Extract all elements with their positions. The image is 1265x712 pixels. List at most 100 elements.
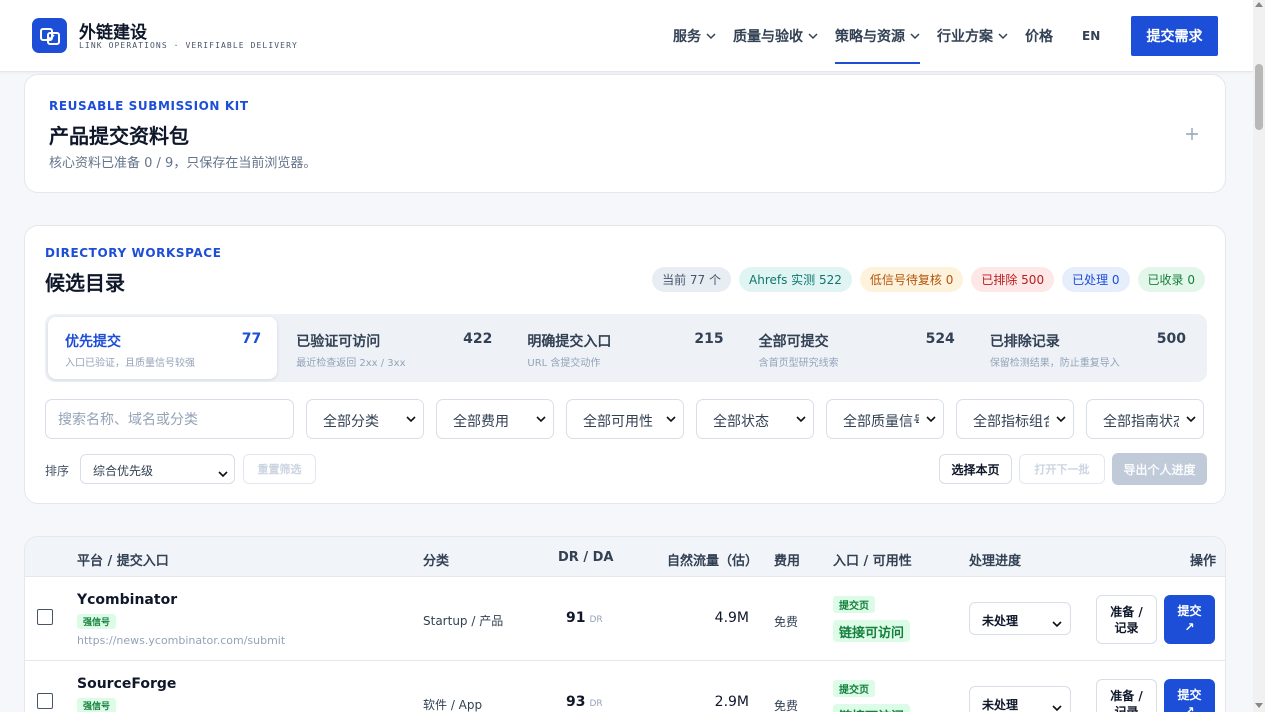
- main-nav: 服务 质量与验收 策略与资源 行业方案 价格 EN: [673, 26, 1112, 64]
- tab-label: 全部可提交: [758, 334, 829, 350]
- progress-select[interactable]: 未处理: [969, 602, 1071, 635]
- status-filter[interactable]: 全部状态: [696, 399, 814, 439]
- badge-ahrefs: Ahrefs 实测 522: [739, 267, 852, 292]
- metric-combo-filter[interactable]: 全部指标组合: [956, 399, 1074, 439]
- col-progress[interactable]: 处理进度: [969, 550, 1021, 569]
- select-value: 全部指南状态: [1103, 414, 1187, 430]
- export-progress-button[interactable]: 导出个人进度: [1112, 453, 1207, 485]
- brand-name[interactable]: 外链建设: [79, 18, 147, 43]
- submit-request-button[interactable]: 提交需求: [1131, 16, 1218, 56]
- col-fee[interactable]: 费用: [774, 550, 800, 569]
- filter-row: 全部分类 全部费用 全部可用性 全部状态 全部质量信号 全部指标组合 全部指南状…: [45, 399, 1204, 439]
- tab-subtitle: 含首页型研究线索: [758, 358, 839, 369]
- nav-item-label: 质量与验收: [733, 29, 803, 45]
- tab-excluded[interactable]: 已排除记录 500 保留检测结果，防止重复导入: [973, 317, 1202, 379]
- page-scrollbar[interactable]: [1253, 0, 1265, 712]
- col-entry[interactable]: 入口 / 可用性: [833, 550, 912, 569]
- fee-filter[interactable]: 全部费用: [436, 399, 554, 439]
- scroll-up-icon[interactable]: [1255, 2, 1263, 7]
- chevron-down-icon: [1179, 400, 1203, 438]
- nav-item-strategy[interactable]: 策略与资源: [835, 26, 920, 64]
- dr-value: 93 DR: [566, 694, 603, 710]
- col-dr[interactable]: DR / DA: [558, 550, 613, 565]
- chevron-down-icon: [808, 33, 818, 40]
- platform-name[interactable]: Ycombinator: [77, 592, 177, 608]
- access-badge: 链接可访问: [833, 620, 911, 642]
- language-switch[interactable]: EN: [1082, 29, 1100, 43]
- tab-verified[interactable]: 已验证可访问 422 最近检查返回 2xx / 3xx: [279, 317, 508, 379]
- tab-subtitle: URL 含提交动作: [527, 358, 601, 369]
- open-next-batch-button[interactable]: 打开下一批: [1019, 454, 1105, 484]
- category-filter[interactable]: 全部分类: [306, 399, 424, 439]
- site-header: 外链建设 LINK OPERATIONS · VERIFIABLE DELIVE…: [0, 0, 1253, 72]
- dr-value: 91 DR: [566, 610, 603, 626]
- select-page-button[interactable]: 选择本页: [939, 454, 1012, 484]
- tab-subtitle: 保留检测结果，防止重复导入: [989, 358, 1120, 369]
- entry-badge: 提交页: [833, 680, 875, 697]
- select-value: 全部可用性: [583, 414, 653, 430]
- nav-item-services[interactable]: 服务: [673, 26, 716, 46]
- signal-badge: 强信号: [77, 698, 117, 712]
- nav-item-industry[interactable]: 行业方案: [937, 26, 1008, 46]
- tab-subtitle: 最近检查返回 2xx / 3xx: [296, 358, 406, 369]
- select-value: 未处理: [982, 614, 1019, 628]
- tab-all-submittable[interactable]: 全部可提交 524 含首页型研究线索: [742, 317, 971, 379]
- submit-url[interactable]: https://news.ycombinator.com/submit: [77, 634, 285, 647]
- plus-icon[interactable]: [1185, 124, 1199, 144]
- kit-eyebrow: REUSABLE SUBMISSION KIT: [49, 99, 249, 113]
- col-traffic[interactable]: 自然流量（估）: [667, 550, 758, 569]
- submit-button[interactable]: 提交 ↗: [1164, 595, 1215, 644]
- tab-priority[interactable]: 优先提交 77 入口已验证，且质量信号较强: [48, 317, 278, 379]
- select-value: 全部状态: [713, 414, 769, 430]
- progress-select[interactable]: 未处理: [969, 686, 1071, 712]
- submit-button[interactable]: 提交 ↗: [1164, 679, 1215, 712]
- button-line: 记录: [1114, 621, 1139, 635]
- nav-item-label: 行业方案: [937, 29, 993, 45]
- table-row: SourceForge 强信号 软件 / App 93 DR 2.9M 免费 提交…: [25, 661, 1225, 712]
- nav-item-label: 价格: [1025, 29, 1053, 45]
- chevron-down-icon: [1049, 400, 1073, 438]
- availability-filter[interactable]: 全部可用性: [566, 399, 684, 439]
- prepare-record-button[interactable]: 准备 / 记录: [1096, 595, 1157, 644]
- directory-eyebrow: DIRECTORY WORKSPACE: [45, 246, 222, 260]
- nav-item-quality[interactable]: 质量与验收: [733, 26, 818, 46]
- scrollbar-thumb[interactable]: [1255, 64, 1263, 130]
- reset-filters-button[interactable]: 重置筛选: [243, 454, 316, 484]
- dr-unit: DR: [589, 615, 603, 625]
- table-header: 平台 / 提交入口 分类 DR / DA 自然流量（估） 费用 入口 / 可用性…: [25, 537, 1225, 577]
- logo-icon[interactable]: [32, 18, 67, 53]
- chevron-down-icon: [706, 33, 716, 40]
- directory-table: 平台 / 提交入口 分类 DR / DA 自然流量（估） 费用 入口 / 可用性…: [24, 536, 1226, 712]
- row-checkbox[interactable]: [37, 609, 53, 625]
- tab-subtitle: 入口已验证，且质量信号较强: [65, 358, 195, 369]
- external-link-icon: ↗: [1184, 704, 1195, 712]
- category: Startup / 产品: [423, 614, 504, 628]
- prepare-record-button[interactable]: 准备 / 记录: [1096, 679, 1157, 712]
- badge-excluded: 已排除 500: [971, 267, 1055, 292]
- quality-signal-filter[interactable]: 全部质量信号: [826, 399, 944, 439]
- submission-kit-card[interactable]: REUSABLE SUBMISSION KIT 产品提交资料包 核心资料已准备 …: [24, 74, 1226, 193]
- chevron-down-icon: [529, 400, 553, 438]
- dr-unit: DR: [589, 699, 603, 709]
- search-input[interactable]: [45, 399, 294, 439]
- select-value: 全部指标组合: [973, 414, 1057, 430]
- kit-description: 核心资料已准备 0 / 9，只保存在当前浏览器。: [49, 156, 317, 171]
- tab-count: 500: [1156, 331, 1187, 347]
- guide-status-filter[interactable]: 全部指南状态: [1086, 399, 1204, 439]
- select-value: 全部质量信号: [843, 414, 927, 430]
- nav-item-pricing[interactable]: 价格: [1025, 26, 1053, 46]
- scroll-down-icon[interactable]: [1255, 703, 1263, 708]
- button-line: 准备 /: [1110, 689, 1143, 703]
- select-value: 全部费用: [453, 414, 509, 430]
- col-platform[interactable]: 平台 / 提交入口: [77, 550, 169, 569]
- external-link-icon: ↗: [1184, 620, 1195, 634]
- tab-explicit-entry[interactable]: 明确提交入口 215 URL 含提交动作: [510, 317, 739, 379]
- kit-title: 产品提交资料包: [49, 124, 189, 148]
- platform-name[interactable]: SourceForge: [77, 676, 176, 692]
- row-checkbox[interactable]: [37, 693, 53, 709]
- sort-select[interactable]: 综合优先级: [80, 454, 235, 484]
- col-actions: 操作: [1190, 554, 1217, 569]
- fee-value: 免费: [774, 699, 799, 712]
- col-category[interactable]: 分类: [423, 550, 449, 569]
- directory-title: 候选目录: [45, 271, 125, 295]
